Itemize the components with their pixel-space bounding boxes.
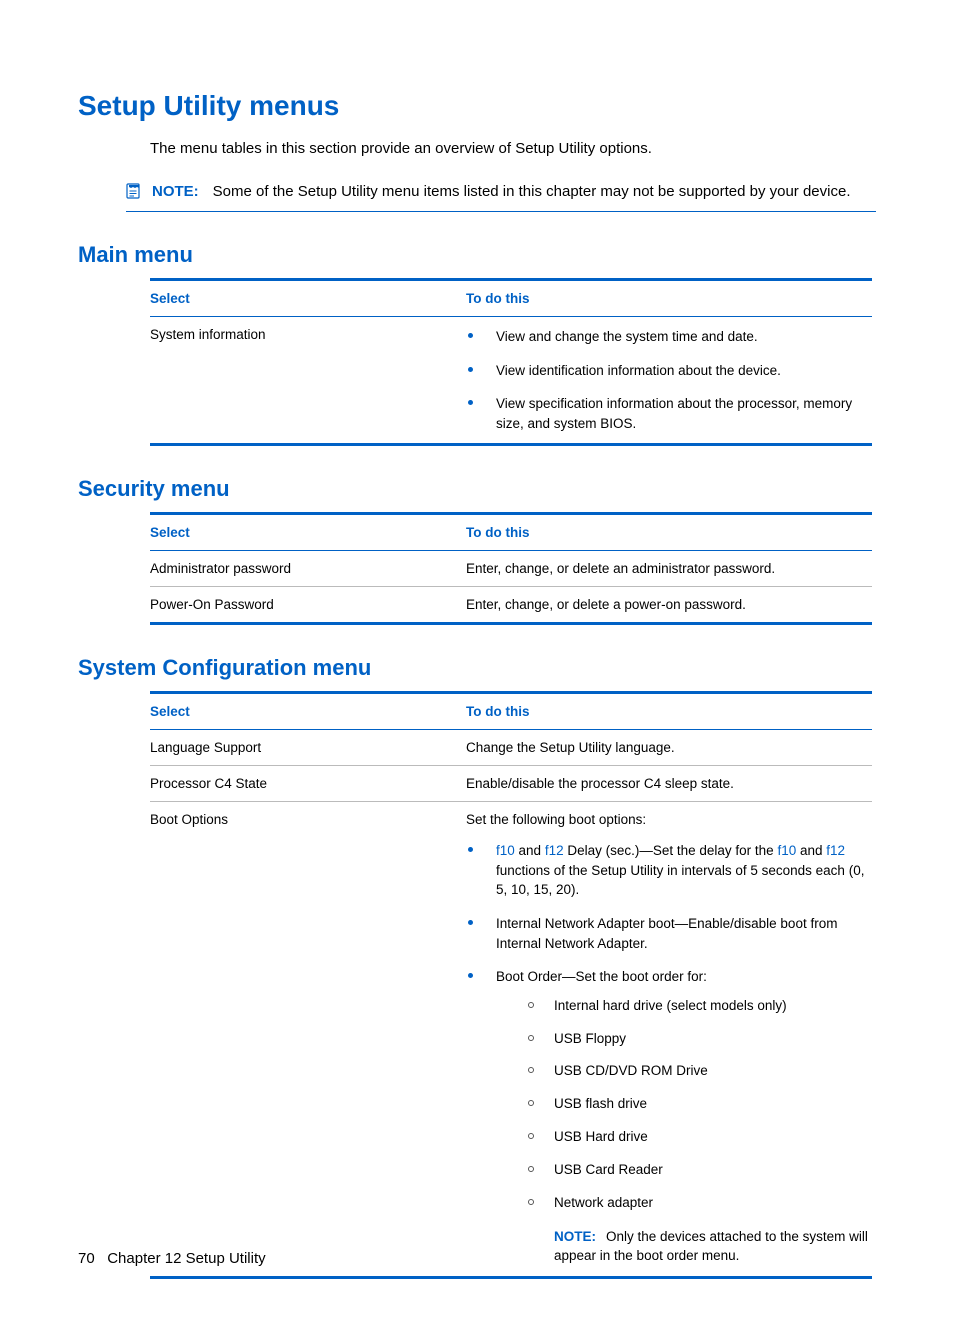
security-menu-table: Select To do this Administrator password… [150, 512, 872, 625]
text: functions of the Setup Utility in interv… [496, 863, 864, 898]
list-item: USB CD/DVD ROM Drive [528, 1062, 872, 1081]
text: and [515, 843, 545, 858]
list-item: Internal hard drive (select models only) [528, 997, 872, 1016]
col-header-action: To do this [466, 291, 872, 306]
table-row: Administrator password Enter, change, or… [150, 551, 872, 586]
note-text: Some of the Setup Utility menu items lis… [213, 182, 876, 202]
cell-action: Change the Setup Utility language. [466, 740, 872, 755]
col-header-action: To do this [466, 525, 872, 540]
cell-select: Processor C4 State [150, 776, 466, 791]
note-label: NOTE: [152, 182, 199, 202]
table-row: Language Support Change the Setup Utilit… [150, 730, 872, 765]
cell-select: Language Support [150, 740, 466, 755]
boot-order-lead: Boot Order—Set the boot order for: [496, 969, 707, 984]
list-item: Network adapter NOTE:Only the devices at… [528, 1194, 872, 1266]
cell-select: Administrator password [150, 561, 466, 576]
table-header-row: Select To do this [150, 515, 872, 551]
list-item-network-boot: Internal Network Adapter boot—Enable/dis… [466, 914, 872, 953]
note-label: NOTE: [554, 1229, 596, 1244]
main-menu-heading: Main menu [78, 242, 876, 268]
main-menu-table: Select To do this System information Vie… [150, 278, 872, 446]
page-title: Setup Utility menus [78, 90, 876, 122]
list-item: USB Card Reader [528, 1161, 872, 1180]
cell-select: Boot Options [150, 812, 466, 1266]
cell-action: Set the following boot options: f10 and … [466, 812, 872, 1266]
intro-paragraph: The menu tables in this section provide … [78, 138, 876, 160]
list-item: USB Floppy [528, 1030, 872, 1049]
key-f12: f12 [826, 843, 845, 858]
cell-action: Enter, change, or delete an administrato… [466, 561, 872, 576]
page-footer: 70 Chapter 12 Setup Utility [78, 1250, 266, 1267]
cell-select: System information [150, 327, 466, 433]
sysconfig-menu-heading: System Configuration menu [78, 655, 876, 681]
note-icon [126, 183, 142, 205]
list-item-label: Network adapter [554, 1195, 653, 1210]
chapter-label: Chapter 12 Setup Utility [107, 1250, 265, 1267]
cell-action: View and change the system time and date… [466, 327, 872, 433]
table-header-row: Select To do this [150, 694, 872, 730]
note-text: Only the devices attached to the system … [554, 1229, 868, 1264]
table-row-boot-options: Boot Options Set the following boot opti… [150, 801, 872, 1276]
list-item-delay: f10 and f12 Delay (sec.)—Set the delay f… [466, 841, 872, 900]
table-header-row: Select To do this [150, 281, 872, 317]
cell-action: Enter, change, or delete a power-on pass… [466, 597, 872, 612]
key-f10: f10 [777, 843, 796, 858]
cell-select: Power-On Password [150, 597, 466, 612]
inner-note: NOTE:Only the devices attached to the sy… [554, 1227, 872, 1266]
key-f10: f10 [496, 843, 515, 858]
key-f12: f12 [545, 843, 564, 858]
list-item: USB flash drive [528, 1095, 872, 1114]
col-header-select: Select [150, 704, 466, 719]
list-item: View specification information about the… [466, 394, 872, 433]
text: and [796, 843, 826, 858]
text: Delay (sec.)—Set the delay for the [564, 843, 778, 858]
list-item: USB Hard drive [528, 1128, 872, 1147]
list-item: View identification information about th… [466, 361, 872, 381]
security-menu-heading: Security menu [78, 476, 876, 502]
table-row: System information View and change the s… [150, 317, 872, 443]
sysconfig-menu-table: Select To do this Language Support Chang… [150, 691, 872, 1279]
list-item-boot-order: Boot Order—Set the boot order for: Inter… [466, 967, 872, 1266]
boot-lead-text: Set the following boot options: [466, 812, 872, 827]
list-item: View and change the system time and date… [466, 327, 872, 347]
table-row: Processor C4 State Enable/disable the pr… [150, 765, 872, 801]
table-row: Power-On Password Enter, change, or dele… [150, 586, 872, 622]
col-header-select: Select [150, 291, 466, 306]
top-note: NOTE: Some of the Setup Utility menu ite… [126, 178, 876, 212]
col-header-select: Select [150, 525, 466, 540]
cell-action: Enable/disable the processor C4 sleep st… [466, 776, 872, 791]
page-number: 70 [78, 1250, 95, 1267]
col-header-action: To do this [466, 704, 872, 719]
